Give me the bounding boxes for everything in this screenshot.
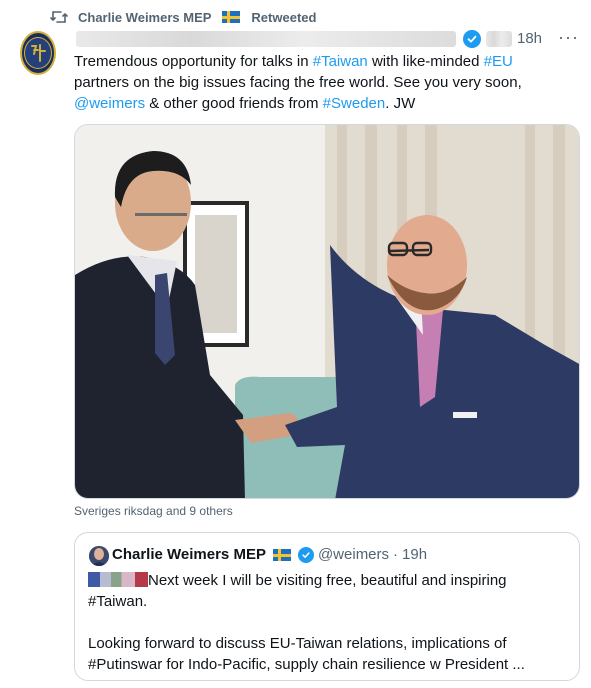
redacted-author-name <box>76 31 456 47</box>
tweet-text-part: Tremendous opportunity for talks in <box>74 53 313 70</box>
separator-dot: · <box>393 546 399 563</box>
quoted-text-line-4: #Putinswar for Indo-Pacific, supply chai… <box>88 656 525 673</box>
quoted-author-name[interactable]: Charlie Weimers MEP <box>112 546 266 563</box>
quoted-author-avatar[interactable] <box>89 546 109 566</box>
quoted-text-line-1: Next week I will be visiting free, beaut… <box>148 572 507 589</box>
tagged-accounts[interactable]: Sveriges riksdag and 9 others <box>74 504 233 518</box>
tweet-text-part: with like-minded <box>367 53 484 70</box>
hashtag-taiwan[interactable]: #Taiwan <box>313 53 368 70</box>
redacted-mention <box>88 572 148 587</box>
retweet-icon <box>48 8 70 26</box>
handshake-photo <box>75 125 579 498</box>
quoted-author-handle[interactable]: @weimers <box>318 546 389 563</box>
tweet-text-part: & other good friends from <box>145 95 323 112</box>
quoted-tweet[interactable]: Charlie Weimers MEP @weimers · 19h Next … <box>74 532 580 681</box>
tweet-text-part: . JW <box>385 95 416 112</box>
quoted-text-line: Next week I will be visiting free, beaut… <box>88 570 568 591</box>
verified-badge-icon <box>297 546 314 563</box>
tweet-photo[interactable] <box>74 124 580 499</box>
retweeter-name[interactable]: Charlie Weimers MEP <box>78 10 211 25</box>
retweeted-label: Retweeted <box>251 9 317 25</box>
quoted-text-line-3: Looking forward to discuss EU-Taiwan rel… <box>88 635 507 652</box>
tweet-timestamp[interactable]: 18h <box>517 30 542 47</box>
author-avatar[interactable] <box>20 31 56 75</box>
tweet-text-part: partners on the big issues facing the fr… <box>74 74 522 91</box>
hashtag-sweden[interactable]: #Sweden <box>323 95 386 112</box>
tweet-header: 18h ··· <box>74 27 584 50</box>
mention-weimers[interactable]: @weimers <box>74 95 145 112</box>
quoted-tweet-timestamp[interactable]: 19h <box>402 546 427 563</box>
sweden-flag-icon <box>272 548 291 561</box>
quoted-tweet-header: Charlie Weimers MEP @weimers · 19h <box>112 546 427 563</box>
verified-badge-icon <box>463 30 481 48</box>
hashtag-eu[interactable]: #EU <box>484 53 513 70</box>
quoted-text-line-2: #Taiwan. <box>88 593 148 610</box>
redacted-author-handle <box>486 31 512 47</box>
quoted-tweet-text: Next week I will be visiting free, beaut… <box>88 570 568 675</box>
more-options-icon[interactable]: ··· <box>558 27 579 48</box>
sweden-flag-icon <box>222 11 241 23</box>
tweet-text: Tremendous opportunity for talks in #Tai… <box>74 51 564 114</box>
retweet-indicator[interactable]: Charlie Weimers MEP Retweeted <box>48 8 316 26</box>
seal-emblem-icon <box>24 37 52 69</box>
